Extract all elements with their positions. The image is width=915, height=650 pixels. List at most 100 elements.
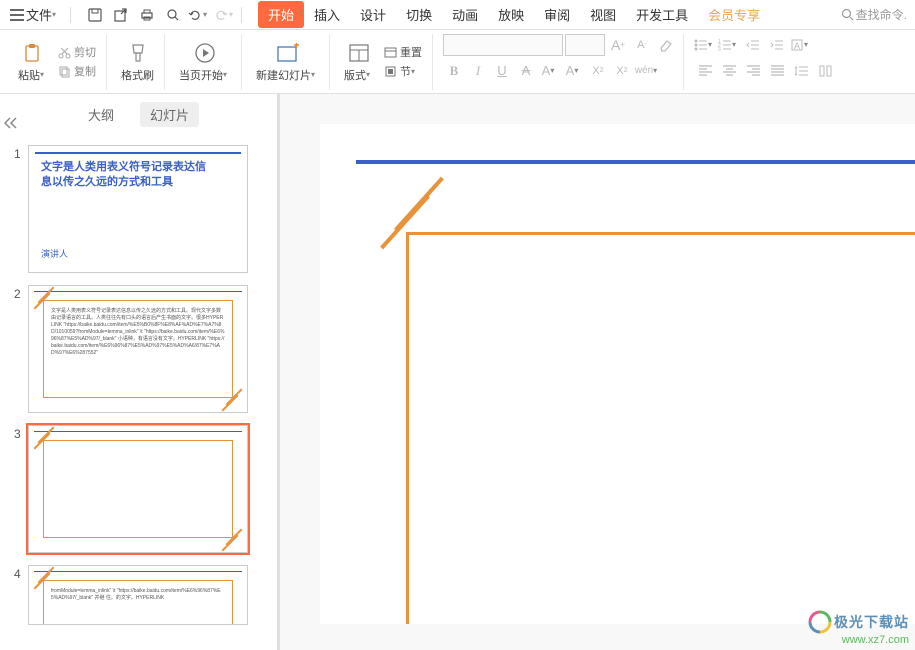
- file-menu-label: 文件: [26, 5, 52, 24]
- copy-button[interactable]: 复制: [54, 62, 100, 80]
- line-spacing-button[interactable]: [790, 60, 812, 82]
- save-button[interactable]: [83, 3, 107, 27]
- print-preview-button[interactable]: [161, 3, 185, 27]
- align-right-button[interactable]: [742, 60, 764, 82]
- tab-slideshow[interactable]: 放映: [488, 1, 534, 28]
- align-center-icon: [723, 65, 736, 76]
- outdent-icon: [746, 39, 760, 51]
- phonetic-button[interactable]: wén▾: [635, 60, 657, 82]
- cut-label: 剪切: [74, 44, 96, 60]
- separator: [70, 7, 71, 23]
- italic-button[interactable]: I: [467, 60, 489, 82]
- preview-icon: [165, 7, 181, 23]
- layout-button[interactable]: 版式▾: [340, 39, 378, 85]
- underline-button[interactable]: U: [491, 60, 513, 82]
- brush-icon: [128, 42, 148, 64]
- tab-transition[interactable]: 切换: [396, 1, 442, 28]
- font-size-select[interactable]: [565, 34, 605, 56]
- current-slide[interactable]: [320, 124, 915, 624]
- search-command[interactable]: 查找命令.: [841, 6, 911, 23]
- slide-number: 4: [14, 565, 28, 625]
- play-icon: [194, 42, 216, 64]
- new-slide-button[interactable]: 新建幻灯片▾: [252, 39, 323, 85]
- increase-indent-button[interactable]: [766, 34, 788, 56]
- strike-button[interactable]: A: [515, 60, 537, 82]
- search-placeholder: 查找命令.: [856, 6, 907, 23]
- watermark-name: 极光下载站: [834, 612, 909, 632]
- reset-icon: [384, 46, 397, 59]
- format-painter-button[interactable]: 格式刷: [117, 39, 158, 85]
- file-menu-button[interactable]: 文件 ▾: [4, 3, 66, 26]
- align-justify-button[interactable]: [766, 60, 788, 82]
- print-icon: [139, 7, 155, 23]
- save-icon: [87, 7, 103, 23]
- align-left-button[interactable]: [694, 60, 716, 82]
- editor-canvas[interactable]: [280, 94, 915, 650]
- redo-button[interactable]: ▾: [213, 3, 237, 27]
- columns-icon: [819, 65, 832, 77]
- number-list-button[interactable]: 123▾: [718, 34, 740, 56]
- reset-button[interactable]: 重置: [380, 43, 426, 61]
- layout-group: 版式▾ 重置 节▾: [334, 34, 433, 90]
- bullet-list-button[interactable]: ▾: [694, 34, 716, 56]
- export-button[interactable]: [109, 3, 133, 27]
- hamburger-icon: [10, 9, 24, 21]
- thumbnails-tab[interactable]: 幻灯片: [140, 102, 199, 127]
- thumbnail-list[interactable]: 1 文字是人类用表义符号记录表达信息以传之久远的方式和工具 演讲人 2 文字是人…: [0, 133, 277, 650]
- eraser-icon: [658, 38, 674, 52]
- slide-thumbnail-3[interactable]: [28, 425, 248, 553]
- print-button[interactable]: [135, 3, 159, 27]
- tab-start[interactable]: 开始: [258, 1, 304, 28]
- new-slide-icon: [276, 43, 300, 63]
- from-current-button[interactable]: 当页开始▾: [175, 39, 235, 85]
- ribbon: 粘贴▾ 剪切 复制 格式刷 当页开始▾ 新建幻灯片▾ 版式▾ 重置 节▾: [0, 30, 915, 94]
- tab-insert[interactable]: 插入: [304, 1, 350, 28]
- tab-review[interactable]: 审阅: [534, 1, 580, 28]
- presentation-group: 当页开始▾: [169, 34, 242, 90]
- bold-button[interactable]: B: [443, 60, 465, 82]
- slides-group: 新建幻灯片▾: [246, 34, 330, 90]
- separator: [241, 7, 242, 23]
- decrease-font-button[interactable]: A-: [631, 34, 653, 56]
- outline-tab[interactable]: 大纲: [78, 102, 124, 127]
- undo-button[interactable]: ▾: [187, 3, 211, 27]
- superscript-button[interactable]: X2: [587, 60, 609, 82]
- char-highlight-button[interactable]: A▾: [790, 34, 812, 56]
- highlight-button[interactable]: A▾: [563, 60, 585, 82]
- tab-animation[interactable]: 动画: [442, 1, 488, 28]
- slide-thumbnail-1[interactable]: 文字是人类用表义符号记录表达信息以传之久远的方式和工具 演讲人: [28, 145, 248, 273]
- chevron-double-left-icon: [4, 117, 18, 129]
- format-painter-label: 格式刷: [121, 67, 154, 83]
- indent-icon: [770, 39, 784, 51]
- slide-body-text: fromModule=lemma_inlink" \t "https://bai…: [51, 588, 225, 602]
- svg-text:3: 3: [718, 47, 721, 51]
- layout-label: 版式: [344, 67, 366, 83]
- chevron-down-icon: ▾: [52, 10, 60, 19]
- font-group: A+ A- B I U A A▾ A▾ X2 X2 wén▾: [437, 34, 684, 90]
- tab-view[interactable]: 视图: [580, 1, 626, 28]
- section-button[interactable]: 节▾: [380, 62, 426, 80]
- align-center-button[interactable]: [718, 60, 740, 82]
- align-justify-icon: [771, 65, 784, 76]
- clear-format-button[interactable]: [655, 34, 677, 56]
- slide-thumbnail-2[interactable]: 文字是人类用表义符号记录表达信息以传之久远的方式和工具。现代文字多数由记录语言的…: [28, 285, 248, 413]
- tab-member[interactable]: 会员专享: [698, 1, 770, 28]
- cut-button[interactable]: 剪切: [54, 43, 100, 61]
- tab-developer[interactable]: 开发工具: [626, 1, 698, 28]
- slide-thumbnail-4[interactable]: fromModule=lemma_inlink" \t "https://bai…: [28, 565, 248, 625]
- font-color-button[interactable]: A▾: [539, 60, 561, 82]
- subscript-button[interactable]: X2: [611, 60, 633, 82]
- increase-font-button[interactable]: A+: [607, 34, 629, 56]
- collapse-panel-button[interactable]: [4, 116, 18, 134]
- columns-button[interactable]: [814, 60, 836, 82]
- paste-button[interactable]: 粘贴▾: [14, 39, 52, 85]
- redo-icon: [213, 7, 229, 23]
- decrease-indent-button[interactable]: [742, 34, 764, 56]
- chevron-down-icon: ▾: [203, 10, 211, 19]
- menu-bar: 文件 ▾ ▾ ▾ 开始 插入 设计 切换 动画 放映 审阅 视图 开发工具 会员…: [0, 0, 915, 30]
- thumbnail-row: 4 fromModule=lemma_inlink" \t "https://b…: [0, 559, 277, 631]
- tab-design[interactable]: 设计: [350, 1, 396, 28]
- copy-icon: [58, 65, 71, 78]
- bullets-icon: [694, 39, 708, 51]
- font-name-select[interactable]: [443, 34, 563, 56]
